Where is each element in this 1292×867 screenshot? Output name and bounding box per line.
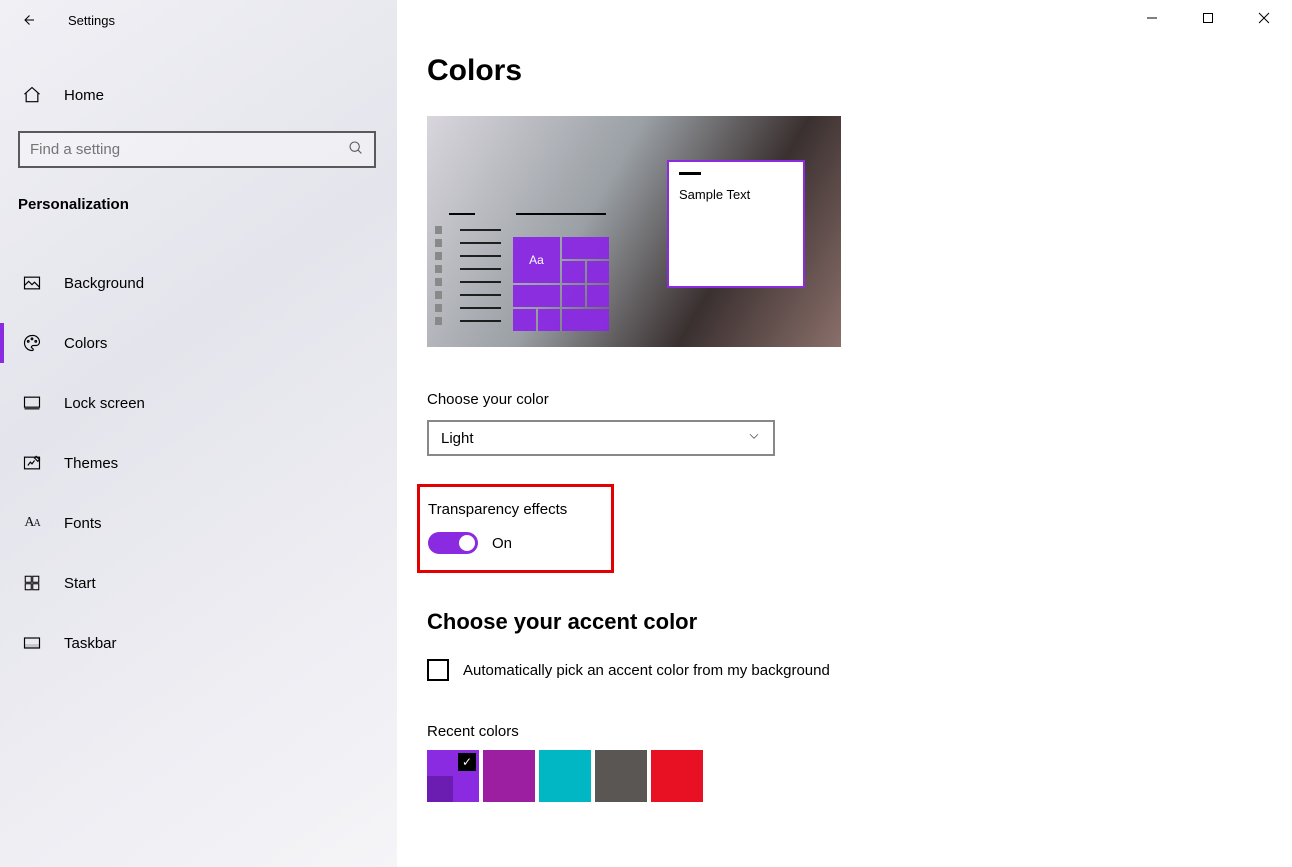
minimize-button[interactable]: [1124, 0, 1180, 36]
color-swatch-2[interactable]: [539, 750, 591, 802]
preview-list: [435, 207, 501, 331]
picture-icon: [22, 273, 42, 293]
preview-start-menu: Aa: [435, 207, 609, 331]
recent-colors-label: Recent colors: [427, 723, 1292, 740]
page-title: Colors: [427, 54, 1292, 88]
search-input[interactable]: [30, 141, 330, 158]
taskbar-icon: [22, 633, 42, 653]
sidebar-item-label: Fonts: [64, 515, 102, 532]
color-swatch-1[interactable]: [483, 750, 535, 802]
sidebar-item-colors[interactable]: Colors: [0, 313, 397, 373]
check-icon: ✓: [458, 753, 476, 771]
preview-window: Sample Text: [667, 160, 805, 288]
sidebar-item-label: Taskbar: [64, 635, 117, 652]
highlight-transparency: Transparency effects On: [417, 484, 614, 573]
auto-pick-checkbox[interactable]: [427, 659, 449, 681]
back-button[interactable]: [18, 10, 38, 30]
transparency-label: Transparency effects: [428, 501, 567, 518]
sidebar-item-background[interactable]: Background: [0, 253, 397, 313]
window-controls: [1124, 0, 1292, 36]
nav-list: Background Colors Lock screen Themes AA …: [0, 253, 397, 673]
sidebar-item-fonts[interactable]: AA Fonts: [0, 493, 397, 553]
palette-icon: [22, 333, 42, 353]
color-swatch-0[interactable]: ✓: [427, 750, 479, 802]
sidebar-item-label: Background: [64, 275, 144, 292]
search-wrap: [18, 131, 379, 168]
sidebar-item-themes[interactable]: Themes: [0, 433, 397, 493]
transparency-toggle[interactable]: [428, 532, 478, 554]
search-box[interactable]: [18, 131, 376, 168]
category-label: Personalization: [0, 168, 397, 223]
titlebar: Settings: [0, 0, 397, 40]
sidebar-item-lock-screen[interactable]: Lock screen: [0, 373, 397, 433]
sidebar-item-home[interactable]: Home: [0, 75, 397, 115]
search-icon: [348, 140, 364, 159]
color-swatch-4[interactable]: [651, 750, 703, 802]
sidebar: Settings Home Personalization Background…: [0, 0, 397, 867]
app-title: Settings: [68, 13, 115, 28]
transparency-state: On: [492, 535, 512, 552]
choose-color-select[interactable]: Light: [427, 420, 775, 456]
start-icon: [22, 573, 42, 593]
lock-screen-icon: [22, 393, 42, 413]
fonts-icon: AA: [22, 513, 42, 533]
color-swatch-3[interactable]: [595, 750, 647, 802]
close-button[interactable]: [1236, 0, 1292, 36]
main-pane: Colors Aa: [397, 0, 1292, 867]
sidebar-item-label: Colors: [64, 335, 107, 352]
auto-pick-label: Automatically pick an accent color from …: [463, 662, 830, 679]
sidebar-item-taskbar[interactable]: Taskbar: [0, 613, 397, 673]
sidebar-item-label: Themes: [64, 455, 118, 472]
preview-tile-aa: Aa: [513, 237, 560, 283]
chevron-down-icon: [747, 429, 761, 447]
themes-icon: [22, 453, 42, 473]
color-preview: Aa Sample Text: [427, 116, 841, 347]
home-icon: [22, 85, 42, 105]
sidebar-item-label: Lock screen: [64, 395, 145, 412]
content: Colors Aa: [397, 0, 1292, 802]
choose-color-value: Light: [441, 430, 474, 447]
accent-heading: Choose your accent color: [427, 609, 1292, 635]
home-label: Home: [64, 87, 104, 104]
maximize-button[interactable]: [1180, 0, 1236, 36]
choose-color-label: Choose your color: [427, 391, 1292, 408]
preview-tiles: Aa: [513, 207, 609, 331]
preview-sample-text: Sample Text: [679, 187, 793, 202]
auto-pick-accent[interactable]: Automatically pick an accent color from …: [427, 659, 1292, 681]
sidebar-item-label: Start: [64, 575, 96, 592]
sidebar-item-start[interactable]: Start: [0, 553, 397, 613]
recent-colors: ✓: [427, 750, 1292, 802]
